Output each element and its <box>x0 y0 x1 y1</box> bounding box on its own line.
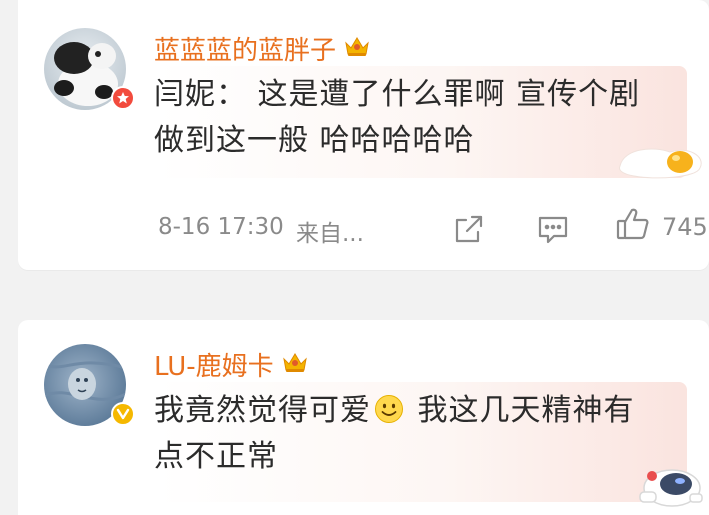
comment-text-line: 点不正常 <box>154 439 278 474</box>
username-text[interactable]: 蓝蓝蓝的蓝胖子 <box>154 30 336 67</box>
comment-text-line: 我竟然觉得可爱 我这几天精神有 <box>154 388 694 434</box>
verified-yellow-badge-icon <box>111 402 135 426</box>
username[interactable]: LU-鹿姆卡 <box>154 346 308 383</box>
verified-red-badge-icon <box>111 86 135 110</box>
comment-text-line: 做到这一般 哈哈哈哈哈 <box>154 123 475 158</box>
like-button[interactable]: 745 <box>614 208 708 246</box>
fried-egg-sticker <box>614 138 708 182</box>
username-text[interactable]: LU-鹿姆卡 <box>154 346 274 383</box>
like-count: 745 <box>662 213 708 241</box>
comment-feed: 蓝蓝蓝的蓝胖子 闫妮： 这是遭了什么罪啊 宣传个剧 做到这一般 哈哈哈哈哈 8-… <box>0 0 709 515</box>
comment-card: 蓝蓝蓝的蓝胖子 闫妮： 这是遭了什么罪啊 宣传个剧 做到这一般 哈哈哈哈哈 8-… <box>18 0 709 270</box>
astronaut-sticker <box>632 454 708 514</box>
comment-card: LU-鹿姆卡 我竟然觉得可爱 我这几天精神有 点不正常 <box>18 320 709 515</box>
source-link[interactable]: 来自... <box>296 214 364 248</box>
comment-text-line: 闫妮： 这是遭了什么罪啊 宣传个剧 <box>154 77 641 112</box>
comment-text: 我竟然觉得可爱 我这几天精神有 点不正常 <box>154 388 694 480</box>
smiley-emoji-icon <box>374 392 404 423</box>
crown-icon <box>344 34 370 64</box>
comment-text: 闫妮： 这是遭了什么罪啊 宣传个剧 做到这一般 哈哈哈哈哈 <box>154 72 694 164</box>
thumbs-up-icon[interactable] <box>614 205 652 249</box>
timestamp: 8-16 17:30 <box>158 214 284 240</box>
comment-text-segment: 我这几天精神有 <box>407 393 635 428</box>
crown-icon <box>282 350 308 380</box>
comment-icon[interactable] <box>536 212 570 246</box>
username[interactable]: 蓝蓝蓝的蓝胖子 <box>154 30 370 67</box>
comment-meta: 8-16 17:30 来自... 745 <box>158 208 709 248</box>
comment-text-segment: 我竟然觉得可爱 <box>154 393 371 428</box>
share-icon[interactable] <box>452 212 486 246</box>
